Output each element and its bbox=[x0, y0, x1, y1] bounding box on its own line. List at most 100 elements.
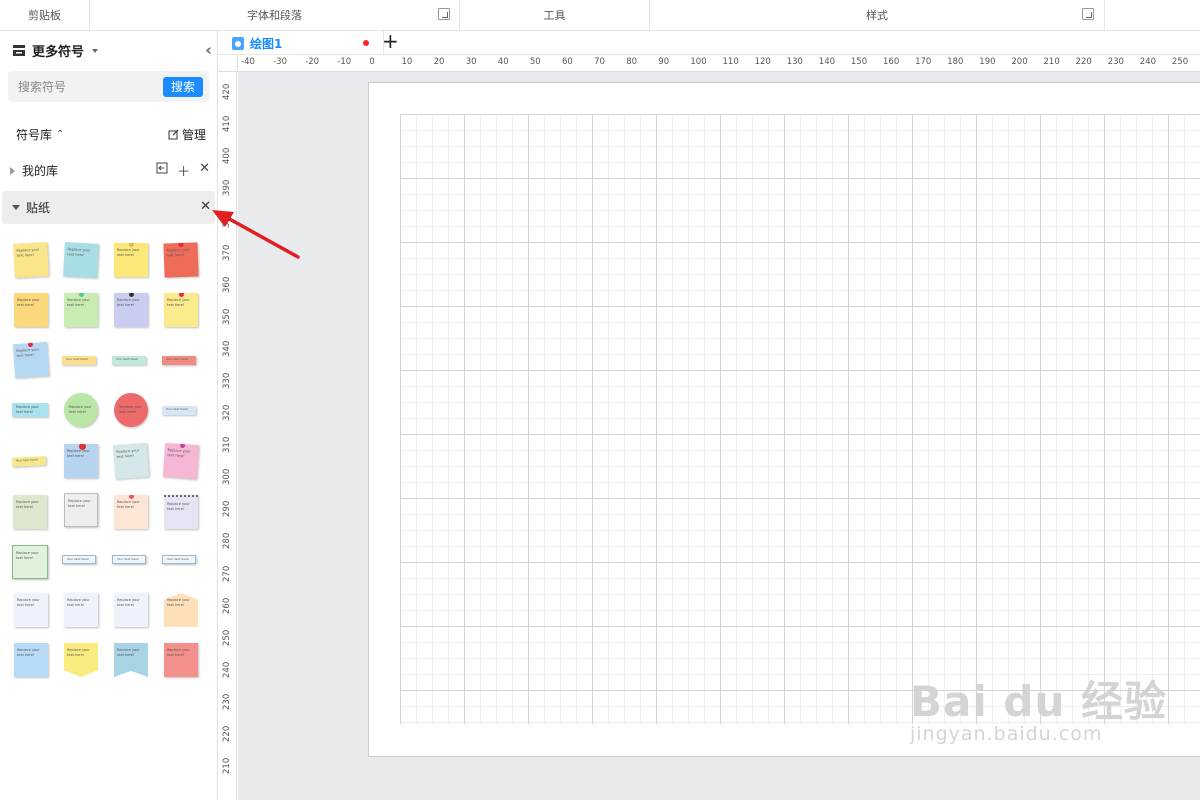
more-symbols-header[interactable]: 更多符号 bbox=[12, 41, 99, 60]
ribbon-group-clipboard[interactable]: 剪贴板 bbox=[0, 0, 90, 30]
ruler-label: 110 bbox=[722, 57, 739, 67]
sticker-item[interactable]: Replace your text here! bbox=[12, 403, 48, 417]
sticker-item[interactable]: Replace your text here! bbox=[14, 593, 48, 627]
ruler-label: 400 bbox=[222, 147, 232, 165]
ruler-label: 120 bbox=[754, 57, 771, 67]
ruler-label: 130 bbox=[786, 57, 803, 67]
sticker-item[interactable]: Replace your text here! bbox=[114, 293, 148, 327]
ruler-label: 50 bbox=[529, 57, 541, 67]
ruler-label: 30 bbox=[465, 57, 477, 67]
add-tab-icon[interactable]: + bbox=[382, 29, 399, 53]
sticker-item[interactable]: Replace your text here! bbox=[14, 643, 48, 677]
sticker-item[interactable]: Replace your text here! bbox=[64, 393, 98, 427]
annotation-arrow bbox=[212, 210, 300, 259]
sticker-item[interactable]: Your text here! bbox=[11, 456, 47, 467]
sticker-item[interactable]: Replace your text here! bbox=[114, 243, 148, 277]
drawing-page[interactable] bbox=[368, 82, 1200, 757]
sticker-item[interactable]: Your text here! bbox=[112, 555, 146, 564]
ruler-label: 290 bbox=[222, 501, 232, 518]
ruler-label: 230 bbox=[1107, 57, 1124, 67]
sticker-item[interactable]: Replace your text here! bbox=[64, 593, 98, 627]
search-input[interactable] bbox=[8, 71, 158, 102]
add-icon[interactable]: ＋ bbox=[177, 161, 190, 180]
sticker-item[interactable]: Replace your text here! bbox=[164, 495, 198, 529]
sticker-category-header[interactable]: 贴纸 ✕ bbox=[2, 191, 215, 224]
sticker-category-label: 贴纸 bbox=[26, 201, 51, 215]
chevron-right-icon bbox=[10, 166, 15, 175]
sidebar-title: 更多符号 bbox=[32, 45, 85, 60]
my-library-row[interactable]: 我的库 ＋ ✕ bbox=[10, 161, 210, 180]
ruler-corner bbox=[218, 55, 238, 72]
ribbon-group-label: 工具 bbox=[543, 9, 566, 22]
sticker-item[interactable]: Replace your text here! bbox=[64, 293, 98, 327]
sticker-item[interactable]: Replace your text here! bbox=[13, 242, 49, 278]
sticker-item[interactable]: Replace your text here! bbox=[64, 493, 98, 527]
symbol-library-label: 符号库 bbox=[16, 128, 53, 142]
chevron-down-icon bbox=[12, 205, 20, 210]
sticker-item[interactable]: Your text here! bbox=[162, 555, 196, 564]
sticker-item[interactable]: Replace your text here! bbox=[114, 393, 148, 427]
ruler-label: 210 bbox=[1043, 57, 1060, 67]
ruler-label: 240 bbox=[222, 661, 232, 678]
sticker-item[interactable]: Replace your text here! bbox=[114, 593, 148, 627]
search-button[interactable]: 搜索 bbox=[163, 77, 203, 97]
sticker-item[interactable]: Replace your text here! bbox=[114, 643, 148, 677]
sticker-item[interactable]: Replace your text here! bbox=[112, 442, 150, 480]
ruler-label: 60 bbox=[562, 57, 573, 67]
close-icon[interactable]: ✕ bbox=[199, 161, 210, 180]
symbol-sidebar: 更多符号 ‹‹ 搜索 符号库 ⌃ 管理 我的库 ＋ ✕ 贴纸 ✕ Replace… bbox=[0, 31, 218, 800]
sticker-item[interactable]: Your text here! bbox=[162, 406, 196, 415]
ruler-label: 220 bbox=[1075, 57, 1092, 67]
manage-button[interactable]: 管理 bbox=[168, 126, 206, 143]
ruler-label: 390 bbox=[222, 180, 232, 197]
sticker-item[interactable]: Replace your text here! bbox=[12, 341, 50, 379]
ruler-label: 270 bbox=[222, 565, 232, 582]
sticker-item[interactable]: Replace your text here! bbox=[63, 242, 99, 278]
vertical-ruler: 4204104003903803703603503403303203103002… bbox=[218, 72, 237, 800]
ruler-label: 300 bbox=[222, 468, 232, 486]
import-icon[interactable] bbox=[156, 162, 168, 174]
ruler-label: 280 bbox=[222, 533, 232, 550]
sticker-item[interactable]: Your text here! bbox=[62, 356, 96, 365]
ruler-label: 200 bbox=[1011, 57, 1028, 67]
ruler-label: 410 bbox=[222, 115, 232, 133]
ribbon-group-label: 剪贴板 bbox=[28, 9, 61, 22]
sticker-item[interactable]: Replace your text here! bbox=[12, 545, 48, 579]
ruler-label: 160 bbox=[883, 57, 900, 67]
sticker-item[interactable]: Replace your text here! bbox=[64, 444, 98, 478]
sticker-item[interactable]: Replace your text here! bbox=[164, 593, 198, 627]
ruler-label: 260 bbox=[222, 597, 232, 614]
symbol-library-row[interactable]: 符号库 ⌃ 管理 bbox=[16, 126, 206, 143]
sticker-item[interactable]: Your text here! bbox=[162, 356, 196, 365]
my-library-actions: ＋ ✕ bbox=[156, 161, 210, 180]
ruler-label: 360 bbox=[222, 276, 232, 293]
sticker-item[interactable]: Replace your text here! bbox=[64, 643, 98, 677]
page-grid bbox=[400, 114, 1200, 724]
chevron-down-icon bbox=[92, 48, 99, 53]
sticker-item[interactable]: Replace your text here! bbox=[114, 495, 148, 529]
unsaved-indicator bbox=[363, 40, 369, 46]
ribbon-group-label: 字体和段落 bbox=[247, 9, 302, 22]
sticker-item[interactable]: Your text here! bbox=[62, 555, 96, 564]
sticker-item[interactable]: Replace your text here! bbox=[164, 643, 198, 677]
ruler-label: 350 bbox=[222, 308, 232, 325]
expand-dialog-icon[interactable] bbox=[1082, 8, 1094, 20]
sticker-item[interactable]: Your text here! bbox=[112, 356, 146, 365]
sticker-item[interactable]: Replace your text here! bbox=[162, 442, 200, 480]
sticker-item[interactable]: Replace your text here! bbox=[163, 242, 199, 278]
my-library-label: 我的库 bbox=[22, 164, 59, 178]
ruler-label: 40 bbox=[497, 57, 509, 67]
expand-dialog-icon[interactable] bbox=[438, 8, 450, 20]
collapse-sidebar-icon[interactable]: ‹‹ bbox=[205, 41, 212, 59]
ruler-label: 140 bbox=[818, 57, 836, 67]
ribbon-group-tools[interactable]: 工具 bbox=[460, 0, 650, 30]
document-icon bbox=[232, 36, 244, 50]
sticker-item[interactable]: Replace your text here! bbox=[164, 293, 198, 327]
tab-drawing-1[interactable]: 绘图1 bbox=[232, 31, 384, 55]
ruler-label: 150 bbox=[850, 57, 868, 67]
sticker-item[interactable]: Replace your text here! bbox=[14, 293, 48, 327]
sticker-item[interactable]: Replace your text here! bbox=[13, 495, 47, 529]
ribbon-group-labels: 剪贴板 字体和段落 工具 样式 bbox=[0, 0, 1200, 31]
ribbon-group-font-paragraph[interactable]: 字体和段落 bbox=[90, 0, 460, 30]
ribbon-group-style[interactable]: 样式 bbox=[650, 0, 1105, 30]
